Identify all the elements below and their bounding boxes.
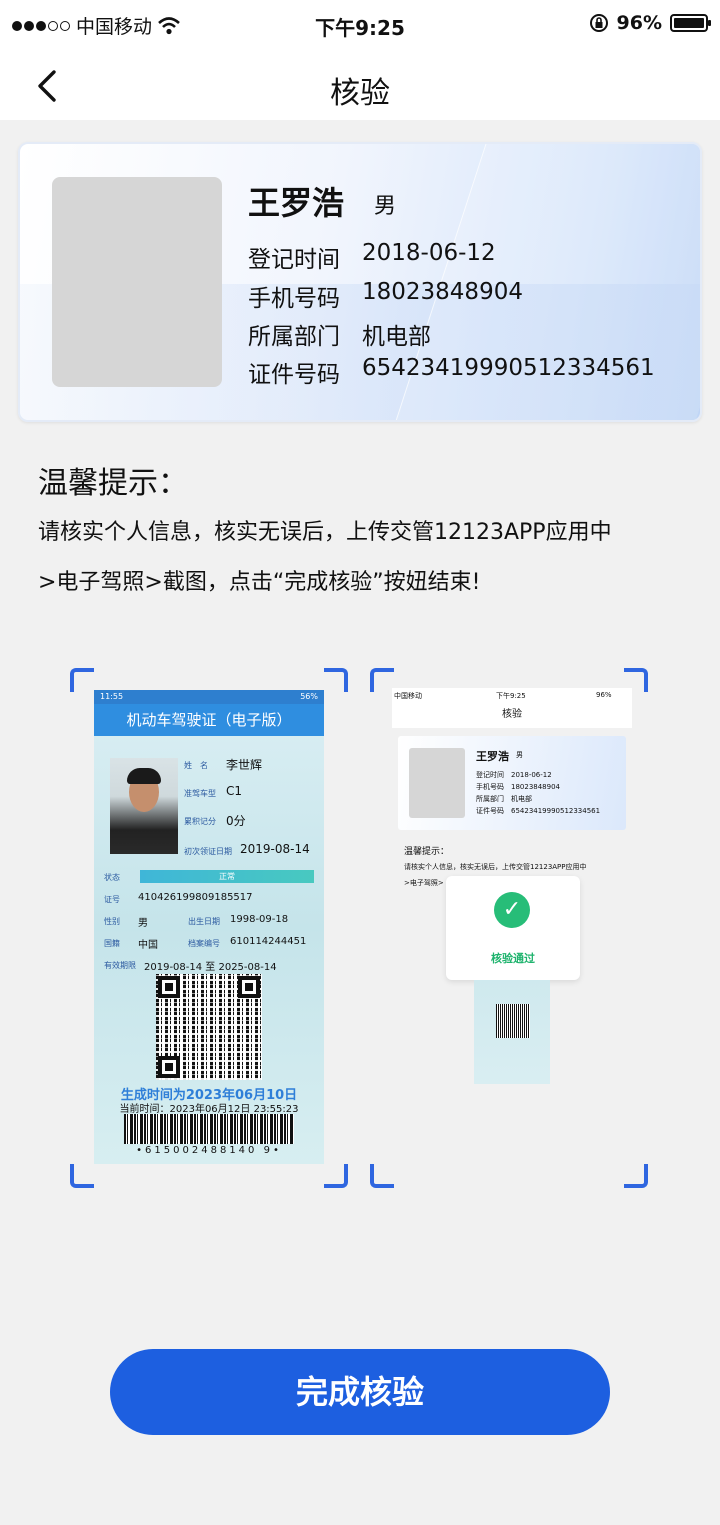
tips-title: 温馨提示： (38, 466, 188, 501)
profile-row-id-number: 证件号码 654234199905123345​61 (248, 355, 655, 388)
screenshot-example-frame: 中国移动 下午9:25 96% 核验 王罗浩 男 登记时间 2018-06-12… (370, 668, 648, 1188)
check-icon: ✓ (494, 892, 530, 928)
license-qr-code (156, 974, 262, 1080)
license-current-time: 当前时间：2023年06月12日 23:55:23 (119, 1104, 299, 1115)
complete-verification-button[interactable]: 完成核验 (110, 1349, 610, 1435)
orientation-lock-icon (589, 14, 608, 32)
profile-photo (52, 177, 222, 387)
tips-line-2: >电子驾照>截图，点击“完成核验”按妞结束! (38, 570, 481, 595)
license-barcode (124, 1114, 294, 1144)
nav-bar: 核验 (0, 50, 720, 120)
status-bar: 中国移动 下午9:25 96% (0, 0, 720, 50)
page-title: 核验 (330, 76, 390, 111)
battery-icon (670, 14, 711, 32)
tips-line-1: 请核实个人信息，核实无误后，上传交管12123APP应用中 (38, 520, 612, 545)
profile-name: 王罗浩 (248, 184, 345, 222)
profile-gender: 男 (374, 194, 397, 219)
verification-success-popup: ✓ 核验通过 (446, 876, 580, 980)
screenshot-image: 中国移动 下午9:25 96% 核验 王罗浩 男 登记时间 2018-06-12… (392, 688, 632, 1178)
license-status-bar: 11:55 56% (94, 690, 324, 704)
license-photo (110, 758, 178, 854)
profile-row-phone: 手机号码 18023848904 (248, 279, 523, 312)
license-status-badge: 正常 (140, 870, 314, 883)
license-barcode-number: •615002488140 9• (136, 1145, 282, 1156)
license-example-frame: 11:55 56% 机动车驾驶证（电子版） 姓 名 李世辉 准驾车型 C1 累积… (70, 668, 348, 1188)
profile-row-register-time: 登记时间 2018-06-12 (248, 240, 496, 273)
status-right: 96% (589, 12, 711, 34)
profile-card: 王罗浩 男 登记时间 2018-06-12 手机号码 18023848904 所… (18, 142, 702, 422)
screenshot-nav: 核验 (392, 702, 632, 728)
battery-percent: 96% (616, 12, 662, 34)
verification-success-label: 核验通过 (491, 952, 535, 965)
profile-row-department: 所属部门 机电部 (248, 324, 431, 350)
license-image: 11:55 56% 机动车驾驶证（电子版） 姓 名 李世辉 准驾车型 C1 累积… (94, 690, 324, 1164)
screenshot-license-preview (474, 980, 550, 1084)
license-header: 机动车驾驶证（电子版） (94, 704, 324, 736)
